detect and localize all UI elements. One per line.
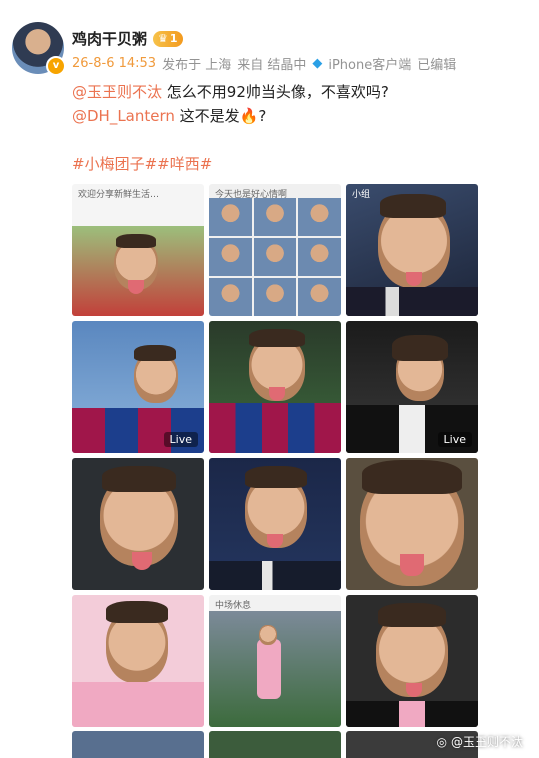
mention-link[interactable]: @玉玊则不汰 (72, 83, 162, 101)
watermark-handle: @玉玊则不汰 (450, 735, 523, 749)
image-tile[interactable] (209, 731, 341, 758)
post-time[interactable]: 26-8-6 14:53 (72, 56, 156, 71)
live-badge: Live (437, 432, 472, 447)
content-text: ? (258, 107, 267, 125)
post-source: iPhone客户端 (328, 58, 412, 73)
fire-emoji: 🔥 (239, 107, 259, 125)
image-tile[interactable] (209, 458, 341, 590)
image-tile[interactable] (72, 595, 204, 727)
image-grid: 欢迎分享新鲜生活… 今天也是好心情啊 小组 Live Live 中场休息 (72, 184, 478, 727)
image-tile[interactable] (72, 731, 204, 758)
image-caption: 欢迎分享新鲜生活… (78, 190, 160, 200)
image-collage (209, 198, 341, 316)
image-tile[interactable] (209, 321, 341, 453)
level-number: 1 (169, 32, 178, 45)
content-line-2: @DH_Lantern 这不是发🔥? (72, 104, 502, 128)
content-text: 怎么不用92帅当头像，不喜欢吗? (162, 83, 389, 101)
crown-level-badge[interactable]: ♛ 1 (153, 30, 183, 47)
post-source-prefix: 来自 结晶中 (237, 58, 307, 73)
image-tile[interactable]: Live (72, 321, 204, 453)
image-tile[interactable] (346, 595, 478, 727)
live-badge: Live (163, 432, 198, 447)
crown-icon: ♛ (158, 32, 168, 45)
weibo-logo-icon: ◎ (436, 734, 447, 749)
content-text: 这不是发 (174, 107, 240, 125)
post-header: 鸡肉干贝粥 ♛ 1 (72, 28, 183, 49)
diamond-icon: ◆ (312, 56, 323, 71)
content-line-1: @玉玊则不汰 怎么不用92帅当头像，不喜欢吗? (72, 80, 502, 104)
mention-link[interactable]: @DH_Lantern (72, 107, 175, 125)
topic-tags[interactable]: #小梅团子##咩西# (72, 152, 502, 176)
image-grid-overflow (72, 731, 478, 758)
post-meta: 26-8-6 14:53 发布于 上海 来自 结晶中 ◆ iPhone客户端 已… (72, 54, 456, 73)
image-tile[interactable] (346, 458, 478, 590)
image-caption: 小组 (352, 190, 371, 200)
image-tile[interactable]: 今天也是好心情啊 (209, 184, 341, 316)
post-content: @玉玊则不汰 怎么不用92帅当头像，不喜欢吗? @DH_Lantern 这不是发… (72, 80, 502, 176)
image-tile[interactable] (72, 458, 204, 590)
post-location: 发布于 上海 (162, 58, 232, 73)
image-tile[interactable]: 欢迎分享新鲜生活… (72, 184, 204, 316)
image-tile[interactable]: 小组 (346, 184, 478, 316)
user-avatar[interactable]: v (12, 22, 66, 76)
image-tile[interactable]: 中场休息 (209, 595, 341, 727)
weibo-watermark: ◎ @玉玊则不汰 (437, 733, 524, 750)
edited-label[interactable]: 已编辑 (417, 54, 456, 73)
image-tile[interactable]: Live (346, 321, 478, 453)
verified-icon: v (46, 56, 66, 76)
username-link[interactable]: 鸡肉干贝粥 (72, 28, 147, 49)
